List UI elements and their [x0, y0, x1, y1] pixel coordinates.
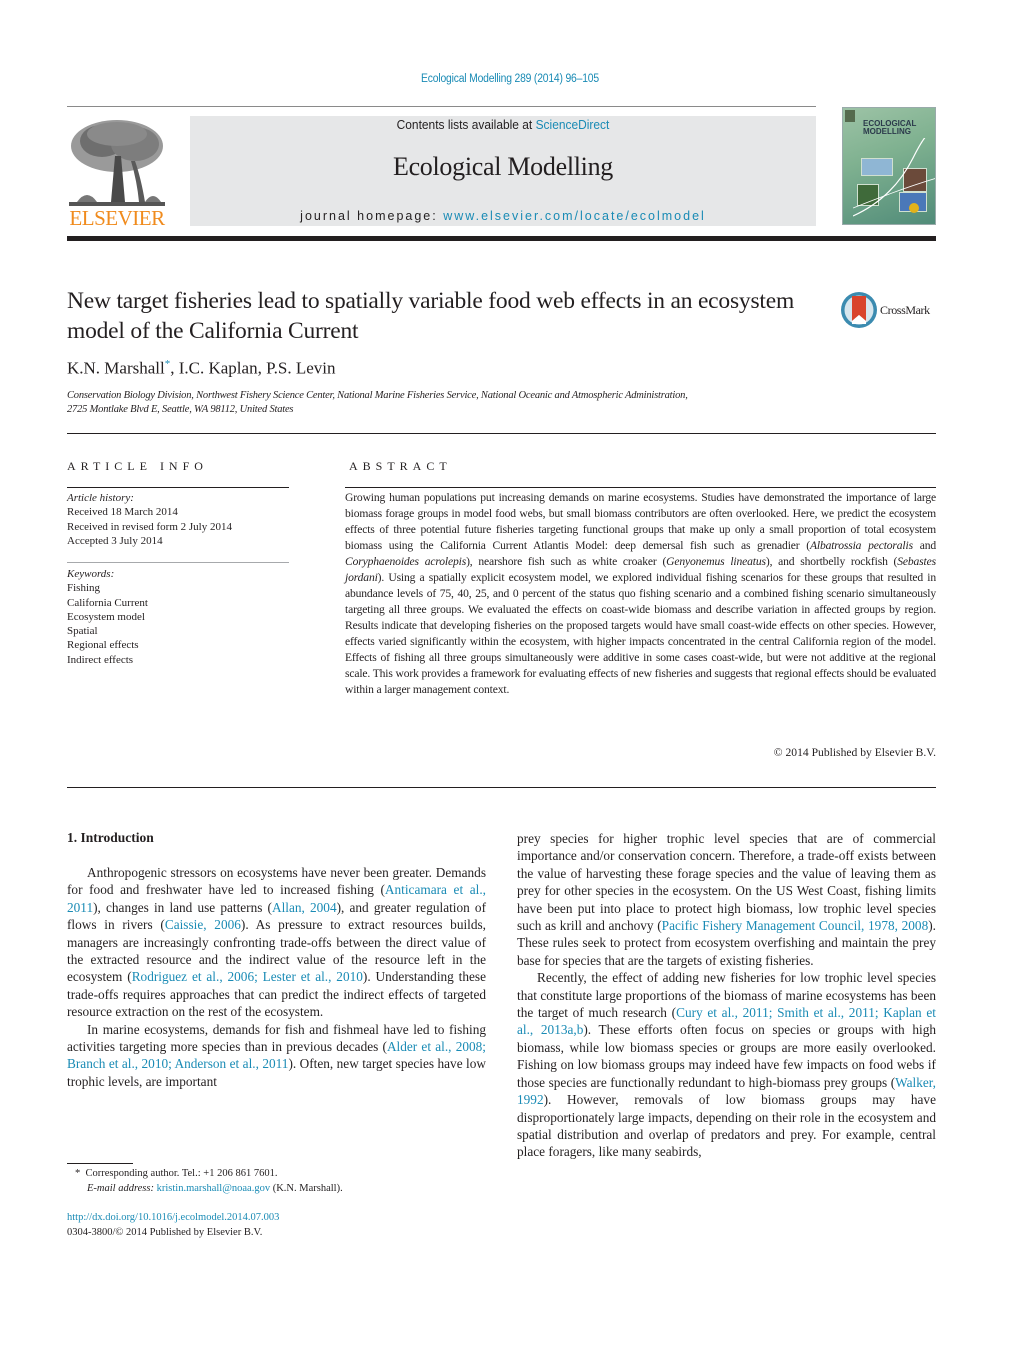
article-history: Article history: Received 18 March 2014 … [67, 491, 289, 548]
author-name[interactable]: I.C. Kaplan [179, 359, 258, 378]
doi-block: http://dx.doi.org/10.1016/j.ecolmodel.20… [67, 1211, 279, 1240]
citation-link[interactable]: Allan, 2004 [272, 900, 337, 915]
divider [345, 487, 936, 488]
keyword-item: Fishing [67, 582, 101, 595]
abstract-body: Growing human populations put increasing… [345, 490, 936, 698]
affiliation: Conservation Biology Division, Northwest… [67, 390, 688, 415]
journal-homepage-line: journal homepage: www.elsevier.com/locat… [190, 209, 816, 223]
elsevier-wordmark: ELSEVIER [69, 206, 165, 230]
divider [67, 433, 936, 434]
history-item: Received in revised form 2 July 2014 [67, 520, 232, 533]
keyword-item: California Current [67, 596, 148, 609]
cover-curve-icon [853, 138, 935, 217]
header-thick-rule [67, 236, 936, 241]
email-link[interactable]: kristin.marshall@noaa.gov [157, 1183, 270, 1194]
article-title: New target fisheries lead to spatially v… [67, 288, 795, 344]
article-history-label: Article history: [67, 492, 134, 504]
citation-link[interactable]: Caissie, 2006 [165, 917, 241, 932]
keywords: Keywords: Fishing California Current Eco… [67, 567, 289, 667]
section-heading-introduction: 1. Introduction [67, 830, 154, 845]
journal-masthead: Contents lists available at ScienceDirec… [190, 116, 816, 226]
body-column-left: Anthropogenic stressors on ecosystems ha… [67, 864, 486, 1090]
corresponding-author-text: Corresponding author. Tel.: +1 206 861 7… [85, 1168, 278, 1179]
journal-reference-link[interactable]: Ecological Modelling 289 (2014) 96–105 [51, 73, 969, 85]
keyword-item: Ecosystem model [67, 610, 145, 623]
issn-line: 0304-3800/© 2014 Published by Elsevier B… [67, 1226, 263, 1238]
header-rule [67, 106, 816, 107]
paragraph: Recently, the effect of adding new fishe… [517, 969, 936, 1160]
author-list: K.N. Marshall*, I.C. Kaplan, P.S. Levin [67, 358, 336, 378]
text-run: ), and shortbelly rockfish ( [765, 555, 898, 568]
history-item: Received 18 March 2014 [67, 506, 178, 519]
footnote-marker: * [75, 1168, 81, 1179]
elsevier-tree-icon [67, 116, 167, 208]
divider [67, 487, 289, 488]
crossmark-button[interactable]: CrossMark [840, 291, 940, 331]
keyword-item: Indirect effects [67, 653, 134, 666]
citation-link[interactable]: Rodriguez et al., 2006; Lester et al., 2… [132, 969, 363, 984]
author-name[interactable]: P.S. Levin [266, 359, 335, 378]
journal-title: Ecological Modelling [392, 152, 613, 181]
doi-link[interactable]: http://dx.doi.org/10.1016/j.ecolmodel.20… [67, 1212, 279, 1223]
paragraph: Anthropogenic stressors on ecosystems ha… [67, 864, 486, 1021]
text-run: ), nearshore fish such as white croaker … [466, 555, 667, 568]
article-info-heading: ARTICLE INFO [67, 459, 208, 473]
text-run: ). However, removals of low biomass grou… [517, 1092, 936, 1160]
journal-cover-thumbnail[interactable]: ECOLOGICAL MODELLING [842, 107, 936, 225]
sciencedirect-link[interactable]: ScienceDirect [536, 117, 610, 132]
author-name[interactable]: K.N. Marshall [67, 359, 165, 378]
keyword-item: Regional effects [67, 639, 139, 652]
corresponding-author-footnote: * Corresponding author. Tel.: +1 206 861… [75, 1168, 343, 1194]
crossmark-label: CrossMark [880, 303, 930, 317]
contents-prefix: Contents lists available at [396, 117, 536, 132]
contents-available-line: Contents lists available at ScienceDirec… [215, 117, 791, 132]
elsevier-logo[interactable]: ELSEVIER [67, 116, 167, 230]
species-name: Coryphaenoides acrolepis [345, 555, 467, 568]
keyword-item: Spatial [67, 625, 98, 638]
copyright-notice: © 2014 Published by Elsevier B.V. [773, 746, 936, 759]
abstract-heading: ABSTRACT [349, 459, 452, 473]
footnote-rule [67, 1163, 133, 1164]
text-run: ), changes in land use patterns ( [93, 899, 272, 915]
divider [67, 562, 289, 563]
species-name: Genyonemus lineatus [666, 555, 766, 568]
history-item: Accepted 3 July 2014 [67, 534, 163, 547]
keywords-label: Keywords: [67, 568, 115, 580]
homepage-prefix: journal homepage: [300, 209, 444, 223]
text-run: ). Using a spatially explicit ecosystem … [345, 571, 936, 696]
species-name: Albatrossia pectoralis [809, 539, 913, 552]
journal-homepage-link[interactable]: www.elsevier.com/locate/ecolmodel [443, 209, 706, 223]
email-label: E-mail address: [87, 1182, 157, 1194]
citation-link[interactable]: Pacific Fishery Management Council, 1978… [662, 918, 929, 933]
body-column-right: prey species for higher trophic level sp… [517, 830, 936, 1161]
paragraph: In marine ecosystems, demands for fish a… [67, 1021, 486, 1091]
paragraph: prey species for higher trophic level sp… [517, 830, 936, 969]
crossmark-icon [841, 292, 877, 328]
divider [67, 787, 936, 788]
text-run: and [912, 539, 936, 552]
cover-title: ECOLOGICAL MODELLING [863, 119, 917, 136]
